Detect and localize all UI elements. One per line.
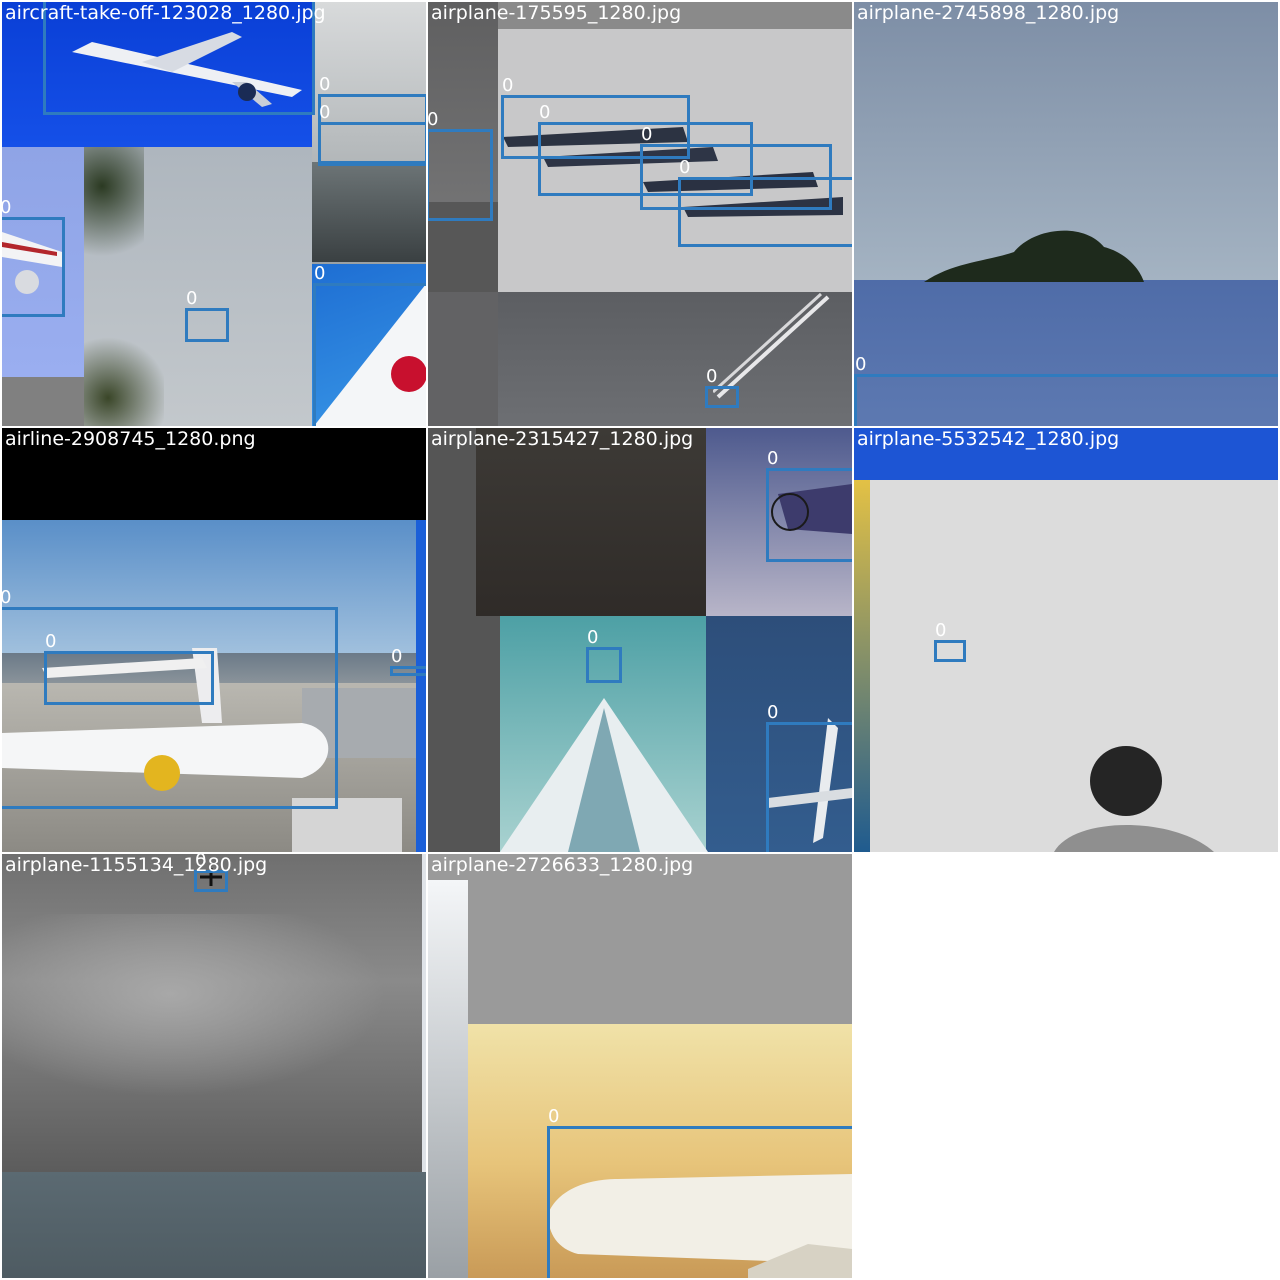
class-label: 0	[539, 102, 551, 123]
tile-filename: airplane-175595_1280.jpg	[431, 2, 682, 24]
mosaic-tile-6: airplane-5532542_1280.jpg 0	[854, 428, 1278, 852]
tree-image	[924, 230, 1144, 282]
mosaic-tile-7: airplane-1155134_1280.jpg 0	[2, 854, 426, 1278]
bounding-box: 0	[586, 628, 622, 683]
class-label: 0	[641, 124, 653, 145]
class-label: 0	[548, 1106, 560, 1127]
bounding-box: 0	[934, 621, 966, 662]
mosaic-tile-5: airplane-2315427_1280.jpg 0 0 0	[428, 428, 852, 852]
class-label: 0	[502, 75, 514, 96]
class-label: 0	[935, 620, 947, 641]
class-label: 0	[186, 288, 198, 309]
class-label: 0	[319, 102, 331, 123]
bounding-box: 0	[854, 355, 1278, 426]
class-label: 0	[314, 263, 326, 284]
tower-image	[500, 698, 708, 852]
mosaic-tile-3: airplane-2745898_1280.jpg 0	[854, 2, 1278, 426]
class-label: 0	[319, 74, 331, 95]
class-label: 0	[679, 157, 691, 178]
class-label: 0	[2, 197, 12, 218]
class-label: 0	[2, 587, 12, 608]
bounding-box: 0	[318, 103, 426, 166]
class-label: 0	[767, 448, 779, 469]
tile-filename: airplane-2315427_1280.jpg	[431, 428, 694, 450]
bounding-box: 0	[44, 632, 214, 705]
bounding-box: 0	[390, 647, 426, 676]
tile-filename: airplane-2745898_1280.jpg	[857, 2, 1120, 24]
class-label: 0	[855, 354, 867, 375]
bounding-box: 0	[766, 703, 852, 852]
class-label: 0	[767, 702, 779, 723]
mosaic-tile-8: airplane-2726633_1280.jpg 0	[428, 854, 852, 1278]
class-label: 0	[587, 627, 599, 648]
bounding-box: 0	[2, 198, 65, 317]
bounding-box: 0	[313, 264, 426, 426]
tile-filename: aircraft-take-off-123028_1280.jpg	[5, 2, 326, 24]
bounding-box: 0	[185, 289, 229, 342]
class-label: 0	[391, 646, 403, 667]
bounding-box: 0	[428, 110, 493, 221]
mosaic-tile-4: airline-2908745_1280.png 0 0 0	[2, 428, 426, 852]
mosaic-tile-1: aircraft-take-off-123028_1280.jpg 0 0 0 …	[2, 2, 426, 426]
bounding-box: 0	[547, 1107, 852, 1278]
class-label: 0	[428, 109, 439, 130]
tile-filename: airplane-5532542_1280.jpg	[857, 428, 1120, 450]
bounding-box: 0	[705, 367, 739, 408]
bounding-box: 0	[678, 158, 852, 247]
mosaic-tile-2: airplane-175595_1280.jpg 0 0 0 0 0 0	[428, 2, 852, 426]
person-image	[1054, 746, 1214, 852]
class-label: 0	[706, 366, 718, 387]
tile-filename: airplane-2726633_1280.jpg	[431, 854, 694, 876]
tile-filename: airplane-1155134_1280.jpg	[5, 854, 268, 876]
class-label: 0	[45, 631, 57, 652]
tile-filename: airline-2908745_1280.png	[5, 428, 256, 450]
bounding-box: 0	[766, 449, 852, 562]
